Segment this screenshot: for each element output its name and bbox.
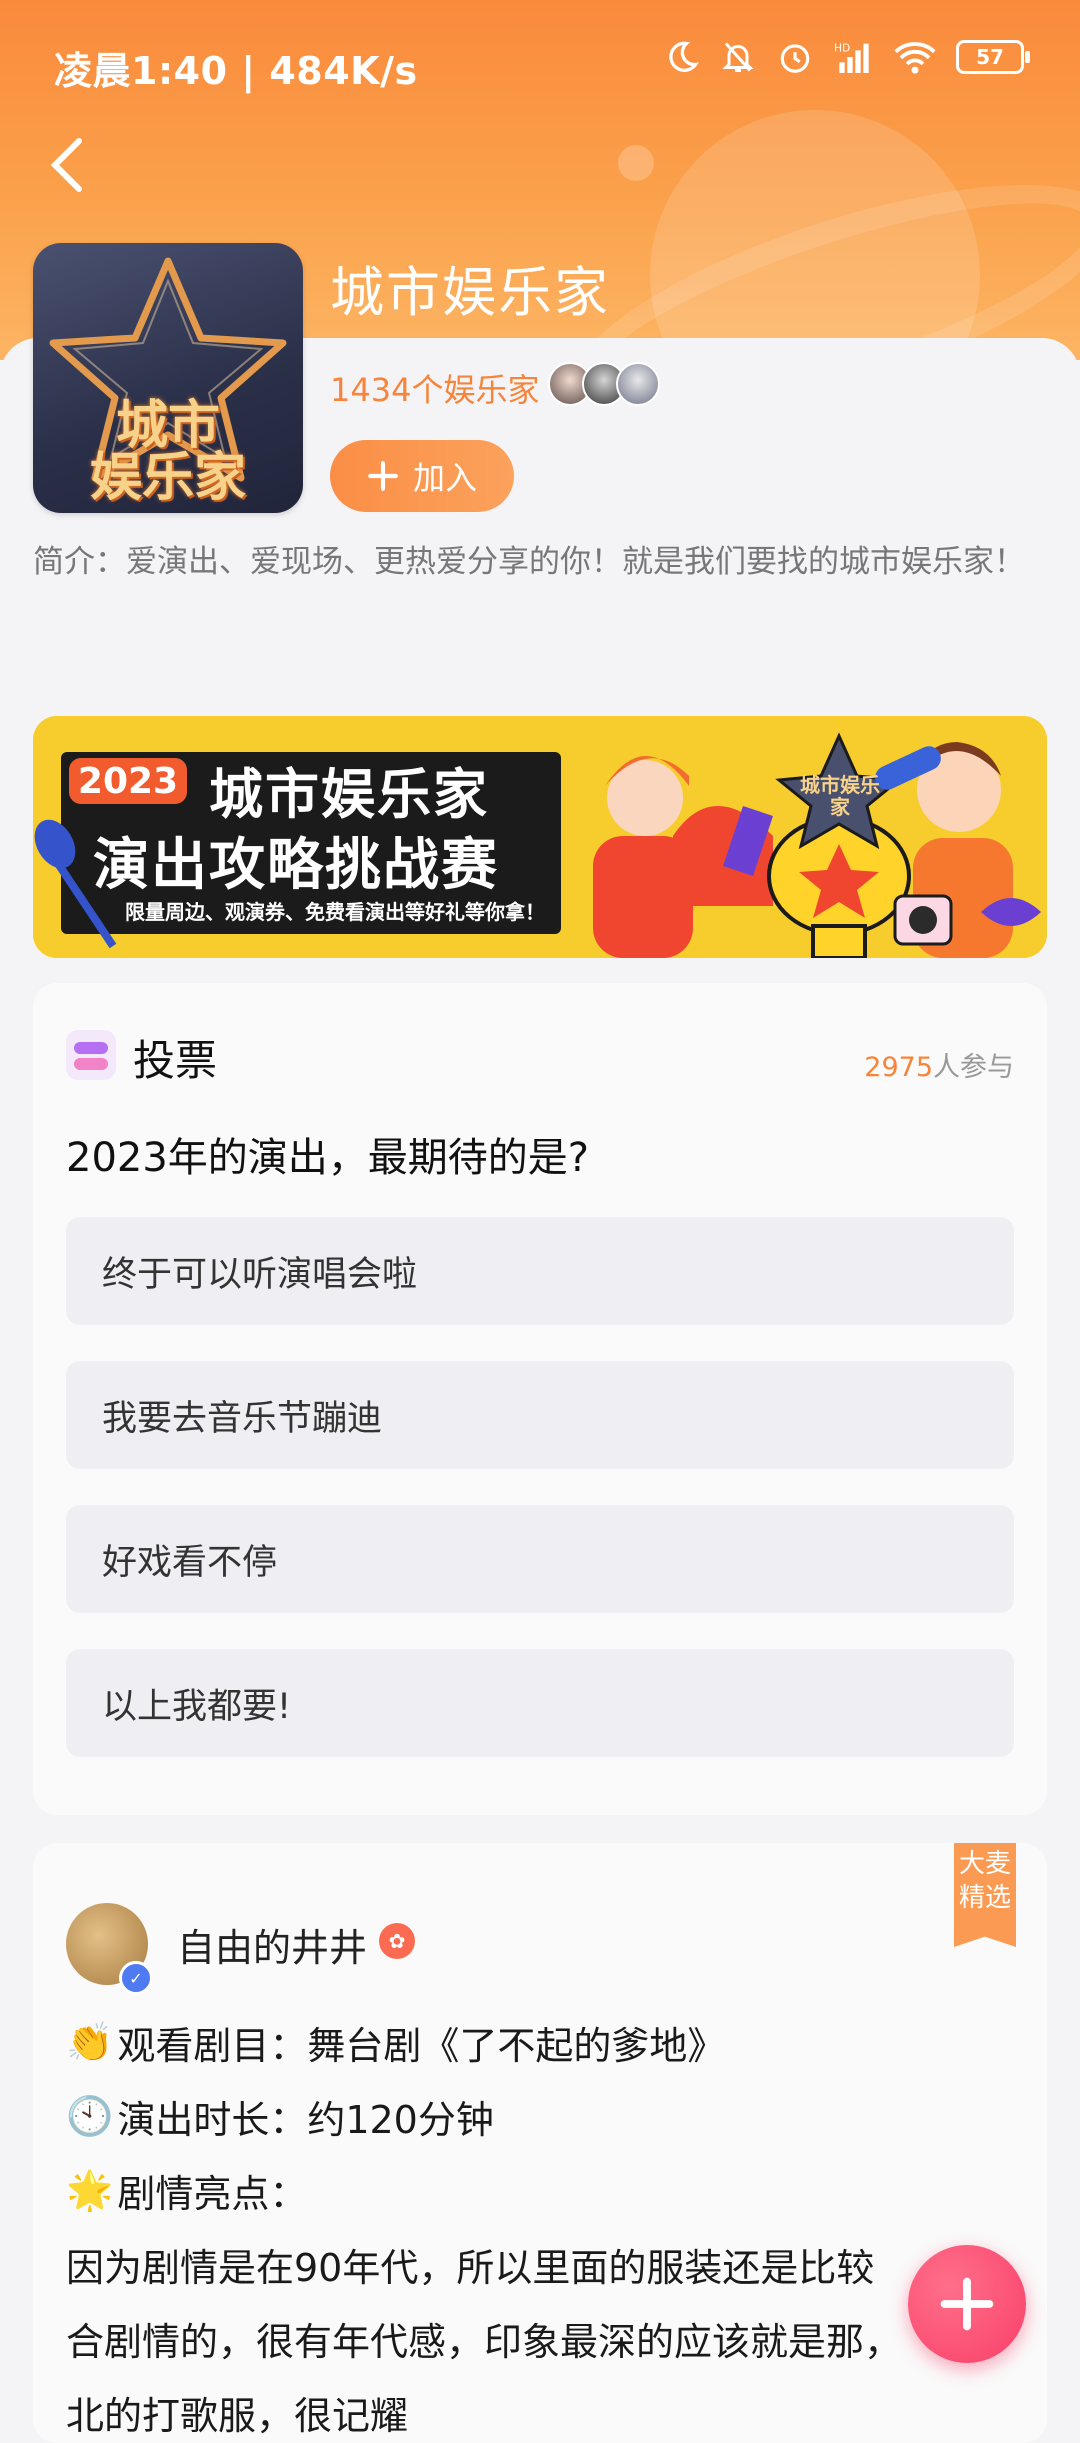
vote-question: 2023年的演出，最期待的是?	[66, 1135, 590, 1181]
moon-icon	[664, 39, 700, 75]
participant-count: 2975人参与	[864, 1045, 1014, 1084]
plus-icon	[940, 2277, 994, 2331]
vote-option[interactable]: 以上我都要!	[66, 1649, 1014, 1757]
clock-icon: 🕙	[66, 2094, 114, 2138]
signal-icon: HD	[834, 39, 874, 75]
avatar	[616, 362, 660, 406]
vote-option[interactable]: 终于可以听演唱会啦	[66, 1217, 1014, 1325]
alarm-icon	[776, 38, 814, 76]
post-line-text: 观看剧目：舞台剧《了不起的爹地》	[117, 2024, 726, 2068]
join-label: 加入	[412, 459, 477, 497]
banner-year: 2023	[77, 760, 179, 802]
join-button[interactable]: 加入	[330, 440, 514, 512]
member-avatars[interactable]	[548, 362, 660, 406]
post-line: 🌟 剧情亮点：	[66, 2163, 307, 2218]
vote-label: 投票	[133, 1036, 218, 1085]
vote-option[interactable]: 好戏看不停	[66, 1505, 1014, 1613]
participant-number: 2975	[864, 1052, 933, 1083]
status-time-speed: 凌晨1:40 | 484K/s	[54, 49, 418, 93]
status-bar: 凌晨1:40 | 484K/s HD 57	[0, 0, 1080, 128]
post-body: 合剧情的，很有年代感，印象最深的应该就是那，	[66, 2320, 903, 2364]
post-body: 北的打歌服，很记耀	[66, 2394, 409, 2438]
plus-icon	[368, 461, 398, 491]
vote-icon	[66, 1030, 116, 1080]
create-post-button[interactable]	[908, 2245, 1026, 2363]
challenge-banner[interactable]: 2023 城市娱乐家 演出攻略挑战赛 限量周边、观演券、免费看演出等好礼等你拿！…	[33, 716, 1047, 958]
featured-tag: 大麦精选	[954, 1843, 1016, 1947]
group-logo: 城市 娱乐家	[33, 243, 303, 513]
wifi-icon	[894, 39, 936, 75]
logo-text-bottom: 娱乐家	[89, 448, 246, 508]
group-title: 城市娱乐家	[330, 261, 610, 324]
member-count[interactable]: 1434个娱乐家	[330, 365, 539, 411]
banner-title-2: 演出攻略挑战赛	[93, 833, 499, 898]
vote-card: 投票 2975人参与 2023年的演出，最期待的是? 终于可以听演唱会啦 我要去…	[33, 983, 1047, 1815]
back-button[interactable]	[32, 130, 102, 200]
chevron-left-icon	[50, 138, 82, 192]
post-author[interactable]: 自由的井井	[177, 1917, 367, 1972]
group-intro: 简介：爱演出、爱现场、更热爱分享的你！就是我们要找的城市娱乐家！	[33, 544, 1025, 580]
clap-icon: 👏	[66, 2020, 114, 2064]
dot-decoration	[618, 145, 654, 181]
battery-icon: 57	[956, 40, 1030, 74]
banner-subtitle: 限量周边、观演券、免费看演出等好礼等你拿！	[125, 900, 545, 924]
mute-bell-icon	[720, 39, 756, 75]
banner-title-1: 城市娱乐家	[209, 763, 489, 826]
verified-icon: ✓	[119, 1961, 153, 1995]
post-line: 👏 观看剧目：舞台剧《了不起的爹地》	[66, 2015, 725, 2070]
banner-trophy-text: 城市娱乐家	[800, 773, 880, 819]
post-line-text: 演出时长：约120分钟	[117, 2098, 494, 2142]
level-badge-icon: ✿	[379, 1923, 415, 1959]
post-card[interactable]: ✓ 自由的井井 ✿ 大麦精选 👏 观看剧目：舞台剧《了不起的爹地》 🕙 演出时长…	[33, 1843, 1047, 2443]
post-line-text: 剧情亮点：	[117, 2172, 308, 2216]
star-icon: 🌟	[66, 2168, 114, 2212]
vote-option[interactable]: 我要去音乐节蹦迪	[66, 1361, 1014, 1469]
post-line: 🕙 演出时长：约120分钟	[66, 2089, 494, 2144]
post-body: 因为剧情是在90年代，所以里面的服装还是比较	[66, 2246, 875, 2290]
participant-suffix: 人参与	[933, 1052, 1014, 1083]
svg-text:HD: HD	[834, 42, 850, 55]
